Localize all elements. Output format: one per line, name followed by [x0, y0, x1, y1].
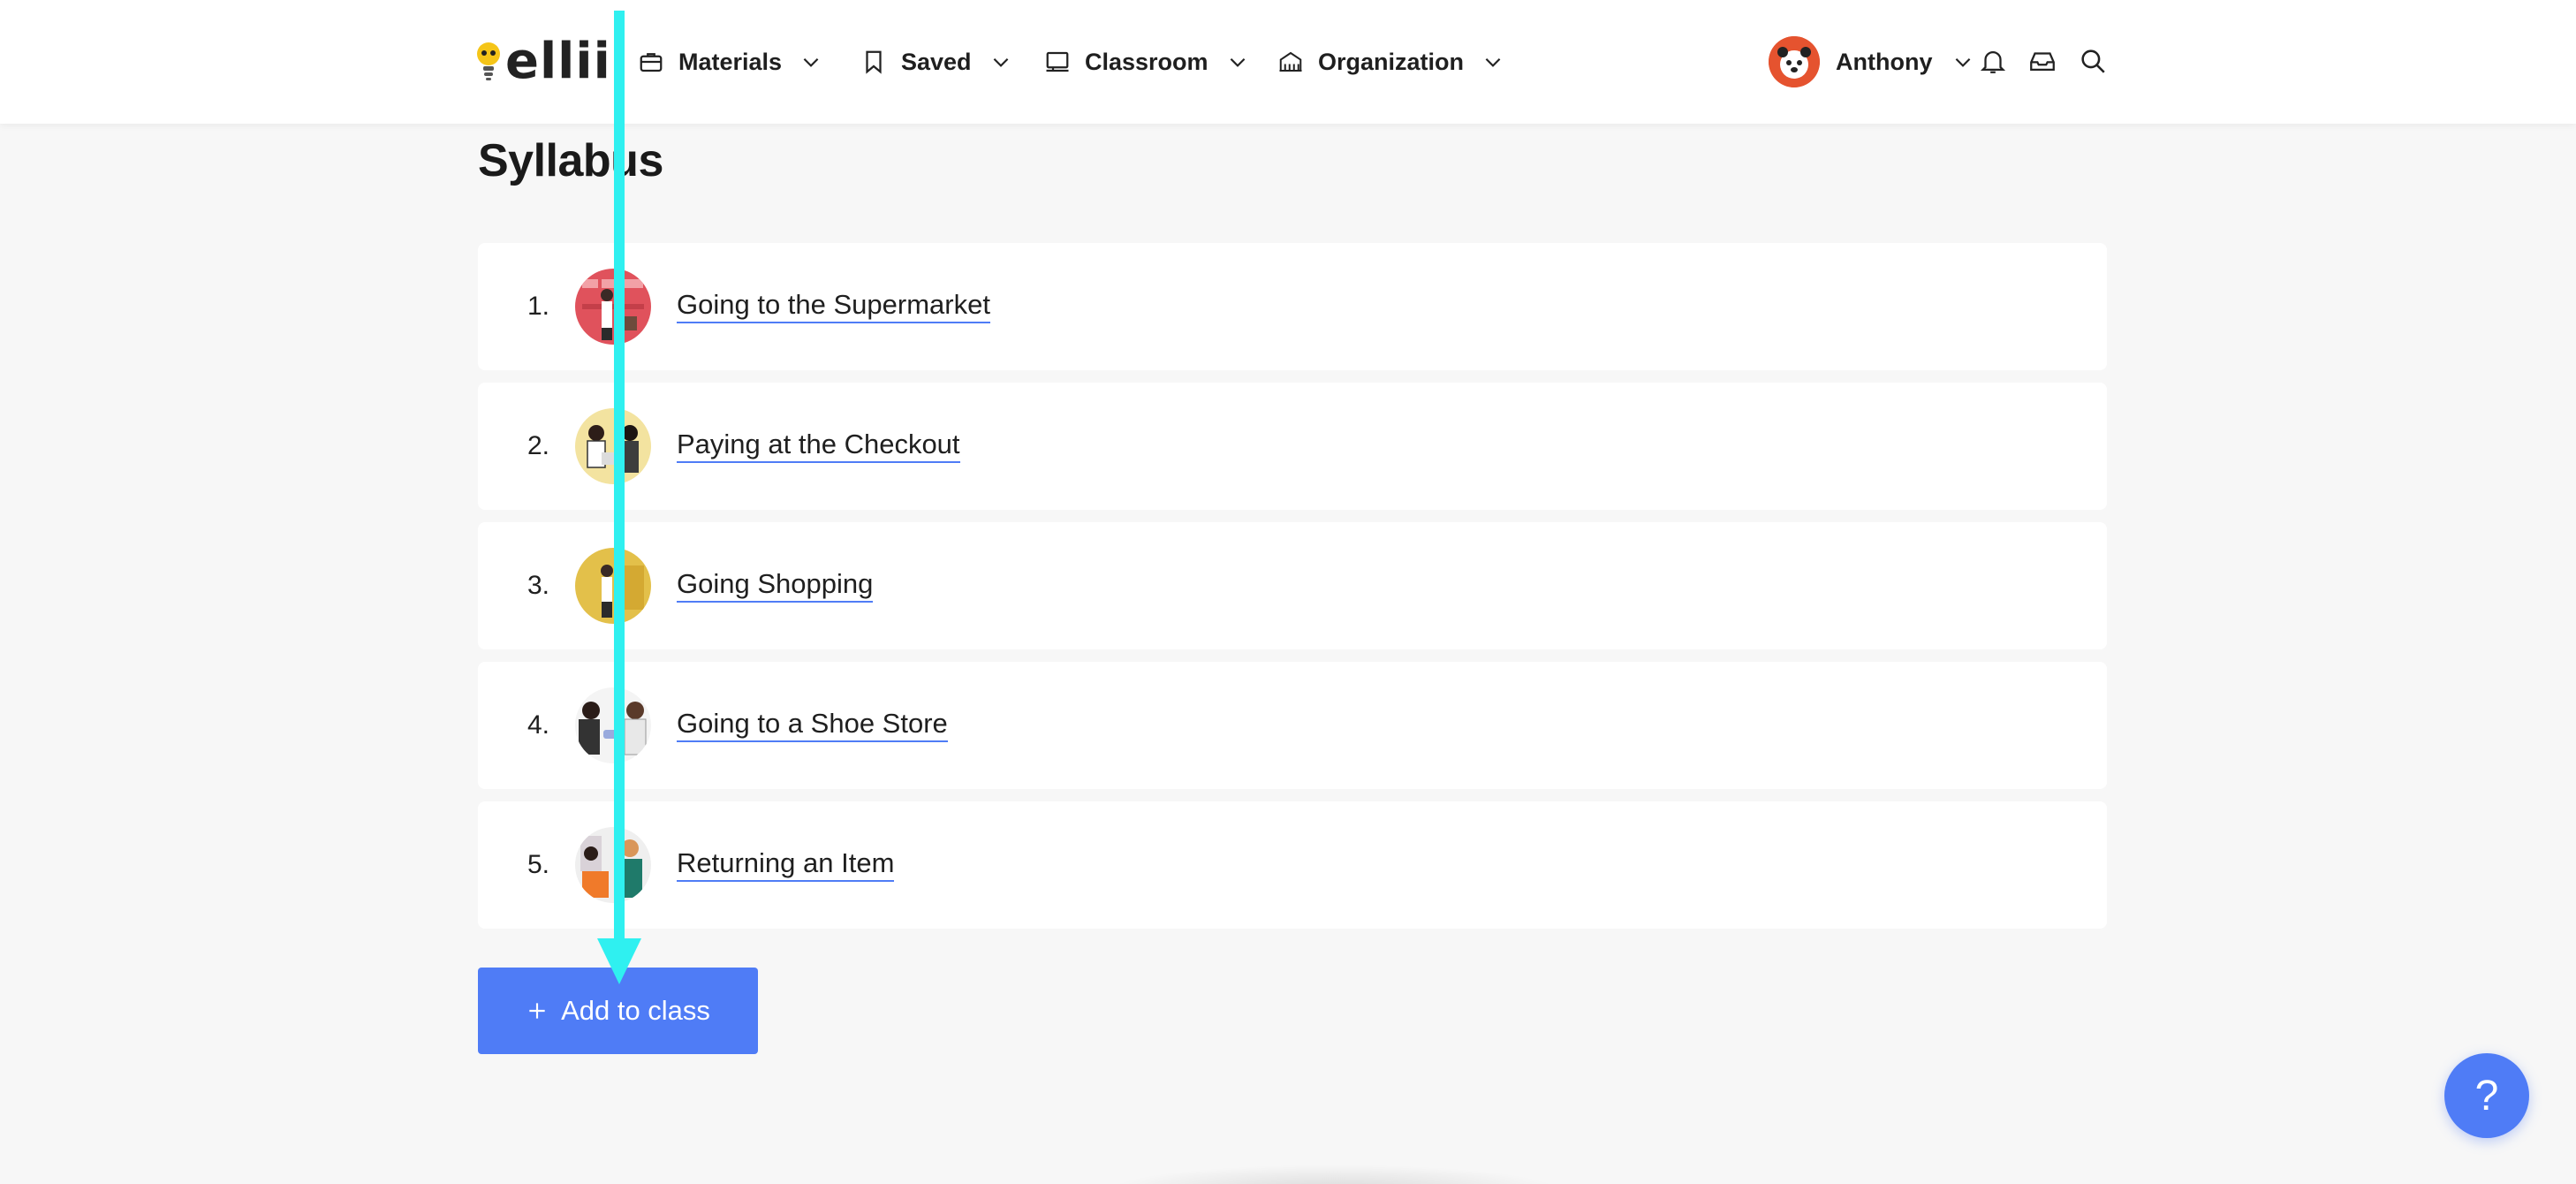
nav-organization[interactable]: Organization: [1277, 39, 1504, 85]
page-title: Syllabus: [478, 135, 663, 186]
user-name: Anthony: [1836, 48, 1933, 75]
lesson-thumbnail: [575, 548, 651, 624]
list-item-number: 4.: [527, 710, 550, 740]
list-item: 1. Going to the Supermarket: [478, 243, 2107, 370]
nav-materials[interactable]: Materials: [638, 39, 822, 85]
list-item-number: 1.: [527, 292, 550, 321]
chalkboard-icon: [1046, 51, 1069, 72]
list-item: 5. Returning an Item: [478, 801, 2107, 929]
search-icon[interactable]: [2078, 46, 2108, 76]
nav-materials-label: Materials: [678, 48, 783, 75]
bottom-shadow: [1104, 1165, 1564, 1184]
chevron-down-icon: [1485, 57, 1501, 67]
avatar: [1769, 36, 1820, 87]
logo-text: ellii: [505, 33, 611, 90]
help-label: ?: [2474, 1072, 2499, 1119]
bell-icon[interactable]: [1978, 46, 2008, 76]
syllabus-list: 1. Going to the Supermarket 2. Paying at…: [478, 243, 2107, 941]
list-item-number: 5.: [527, 850, 550, 879]
lesson-link[interactable]: Returning an Item: [677, 847, 895, 883]
inbox-icon[interactable]: [2027, 46, 2057, 76]
add-to-class-label: Add to class: [561, 995, 710, 1026]
lesson-link[interactable]: Going Shopping: [677, 568, 874, 603]
lesson-link[interactable]: Paying at the Checkout: [677, 429, 960, 464]
top-navigation-bar: ellii Materials Saved Classroom Organiza…: [0, 0, 2576, 124]
nav-classroom-label: Classroom: [1085, 48, 1208, 75]
nav-saved[interactable]: Saved: [860, 39, 1012, 85]
annotation-arrow-line: [614, 11, 625, 947]
chevron-down-icon: [993, 57, 1008, 67]
list-item-number: 3.: [527, 571, 550, 600]
nav-saved-label: Saved: [901, 48, 972, 75]
list-item: 3. Going Shopping: [478, 522, 2107, 649]
plus-icon: [529, 1003, 545, 1019]
lesson-link[interactable]: Going to a Shoe Store: [677, 708, 948, 743]
nav-organization-label: Organization: [1318, 48, 1465, 75]
list-item: 4. Going to a Shoe Store: [478, 662, 2107, 789]
ellii-logo[interactable]: ellii: [475, 35, 611, 88]
briefcase-icon: [640, 53, 663, 72]
list-item: 2. Paying at the Checkout: [478, 383, 2107, 510]
lesson-link[interactable]: Going to the Supermarket: [677, 289, 990, 324]
bookmark-icon: [866, 50, 882, 74]
chevron-down-icon: [1230, 57, 1245, 67]
lesson-thumbnail: [575, 408, 651, 484]
list-item-number: 2.: [527, 431, 550, 460]
lesson-thumbnail: [575, 687, 651, 763]
lesson-thumbnail: [575, 269, 651, 345]
chevron-down-icon: [803, 57, 819, 67]
lightbulb-icon: [477, 42, 500, 80]
building-icon: [1279, 51, 1302, 72]
user-menu[interactable]: Anthony: [1769, 35, 1974, 88]
nav-classroom[interactable]: Classroom: [1044, 39, 1249, 85]
annotation-arrow-head: [597, 938, 641, 984]
lesson-thumbnail: [575, 827, 651, 903]
help-button[interactable]: ?: [2444, 1053, 2529, 1138]
chevron-down-icon: [1956, 57, 1971, 67]
